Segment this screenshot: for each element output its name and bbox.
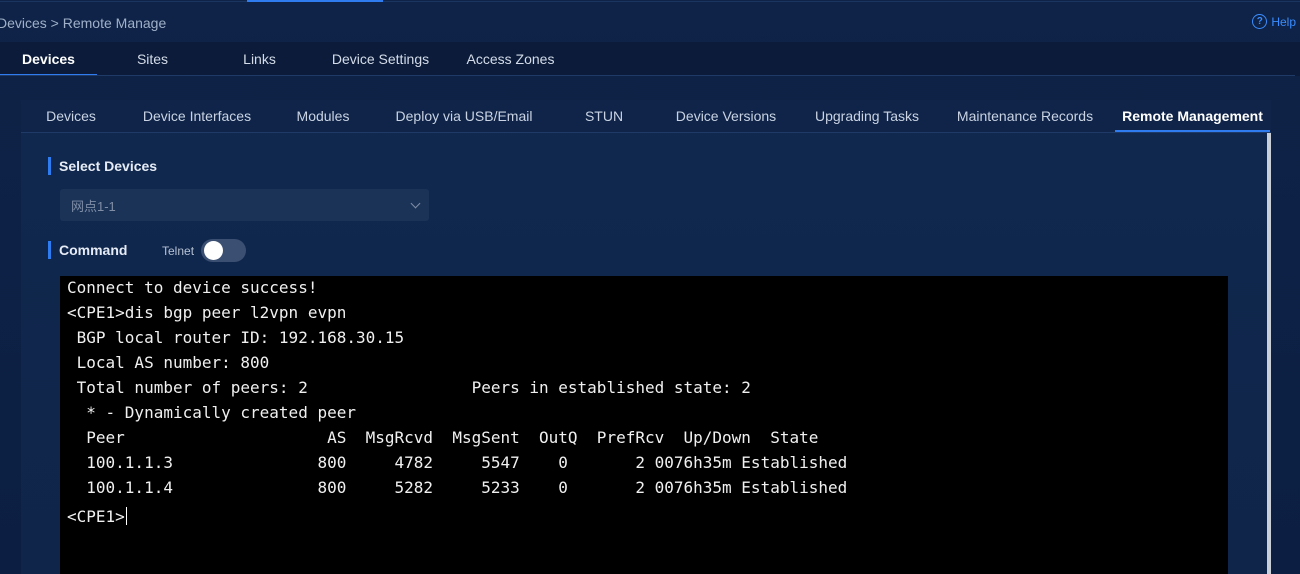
help-label: Help xyxy=(1271,14,1296,29)
select-devices-heading: Select Devices xyxy=(48,157,157,175)
main-tabs: Devices Sites Links Device Settings Acce… xyxy=(0,42,571,76)
sub-tab-device-interfaces[interactable]: Device Interfaces xyxy=(121,100,273,132)
terminal-line: 100.1.1.3 800 4782 5547 0 2 0076h35m Est… xyxy=(67,453,848,472)
toggle-knob xyxy=(204,241,223,260)
main-tab-sites[interactable]: Sites xyxy=(97,42,208,76)
main-tabs-divider xyxy=(0,75,1295,76)
terminal-line: * - Dynamically created peer xyxy=(67,403,356,422)
terminal-line: Total number of peers: 2 Peers in establ… xyxy=(67,378,751,397)
terminal-prompt-line: <CPE1> xyxy=(67,507,127,527)
sub-tab-remote-management[interactable]: Remote Management xyxy=(1115,100,1270,132)
breadcrumb: Devices > Remote Manage xyxy=(0,15,167,31)
telnet-label: Telnet xyxy=(162,244,195,258)
terminal-line: BGP local router ID: 192.168.30.15 xyxy=(67,328,405,347)
main-tab-access-zones[interactable]: Access Zones xyxy=(450,42,571,76)
sub-tab-modules[interactable]: Modules xyxy=(273,100,373,132)
terminal-line: Connect to device success! xyxy=(67,278,318,297)
select-devices-title: Select Devices xyxy=(59,158,158,174)
sub-tab-maintenance-records[interactable]: Maintenance Records xyxy=(935,100,1115,132)
device-select[interactable]: 网点1-1 xyxy=(60,189,429,221)
section-marker xyxy=(48,157,51,175)
terminal-prompt: <CPE1> xyxy=(67,507,125,526)
sub-tab-upgrading-tasks[interactable]: Upgrading Tasks xyxy=(799,100,935,132)
top-accent-bar xyxy=(247,0,383,2)
sub-tab-devices[interactable]: Devices xyxy=(21,100,121,132)
sub-tabs: Devices Device Interfaces Modules Deploy… xyxy=(21,100,1271,132)
terminal-line: Local AS number: 800 xyxy=(67,353,270,372)
sub-tabs-divider xyxy=(21,132,1271,133)
telnet-toggle[interactable] xyxy=(201,239,246,262)
remote-management-page: Devices > Remote Manage ? Help Devices S… xyxy=(0,0,1300,574)
command-terminal[interactable]: Connect to device success! <CPE1>dis bgp… xyxy=(60,276,1228,574)
question-circle-icon: ? xyxy=(1252,14,1268,29)
command-heading: Command xyxy=(48,241,127,259)
chevron-down-icon xyxy=(410,198,421,208)
section-marker xyxy=(48,241,51,259)
main-tab-devices[interactable]: Devices xyxy=(0,42,97,76)
text-cursor xyxy=(125,507,127,525)
device-select-value: 网点1-1 xyxy=(71,198,116,214)
main-tab-device-settings[interactable]: Device Settings xyxy=(311,42,450,76)
terminal-line: <CPE1>dis bgp peer l2vpn evpn xyxy=(67,303,347,322)
vertical-scrollbar[interactable] xyxy=(1267,133,1271,574)
sub-tab-device-versions[interactable]: Device Versions xyxy=(653,100,799,132)
help-link[interactable]: ? Help xyxy=(1252,14,1296,29)
sub-tab-deploy-usb-email[interactable]: Deploy via USB/Email xyxy=(373,100,555,132)
terminal-line: Peer AS MsgRcvd MsgSent OutQ PrefRcv Up/… xyxy=(67,428,819,447)
main-tab-links[interactable]: Links xyxy=(208,42,311,76)
top-divider xyxy=(0,1,1300,2)
sub-tab-stun[interactable]: STUN xyxy=(555,100,653,132)
terminal-line: 100.1.1.4 800 5282 5233 0 2 0076h35m Est… xyxy=(67,478,848,497)
command-title: Command xyxy=(59,242,128,258)
